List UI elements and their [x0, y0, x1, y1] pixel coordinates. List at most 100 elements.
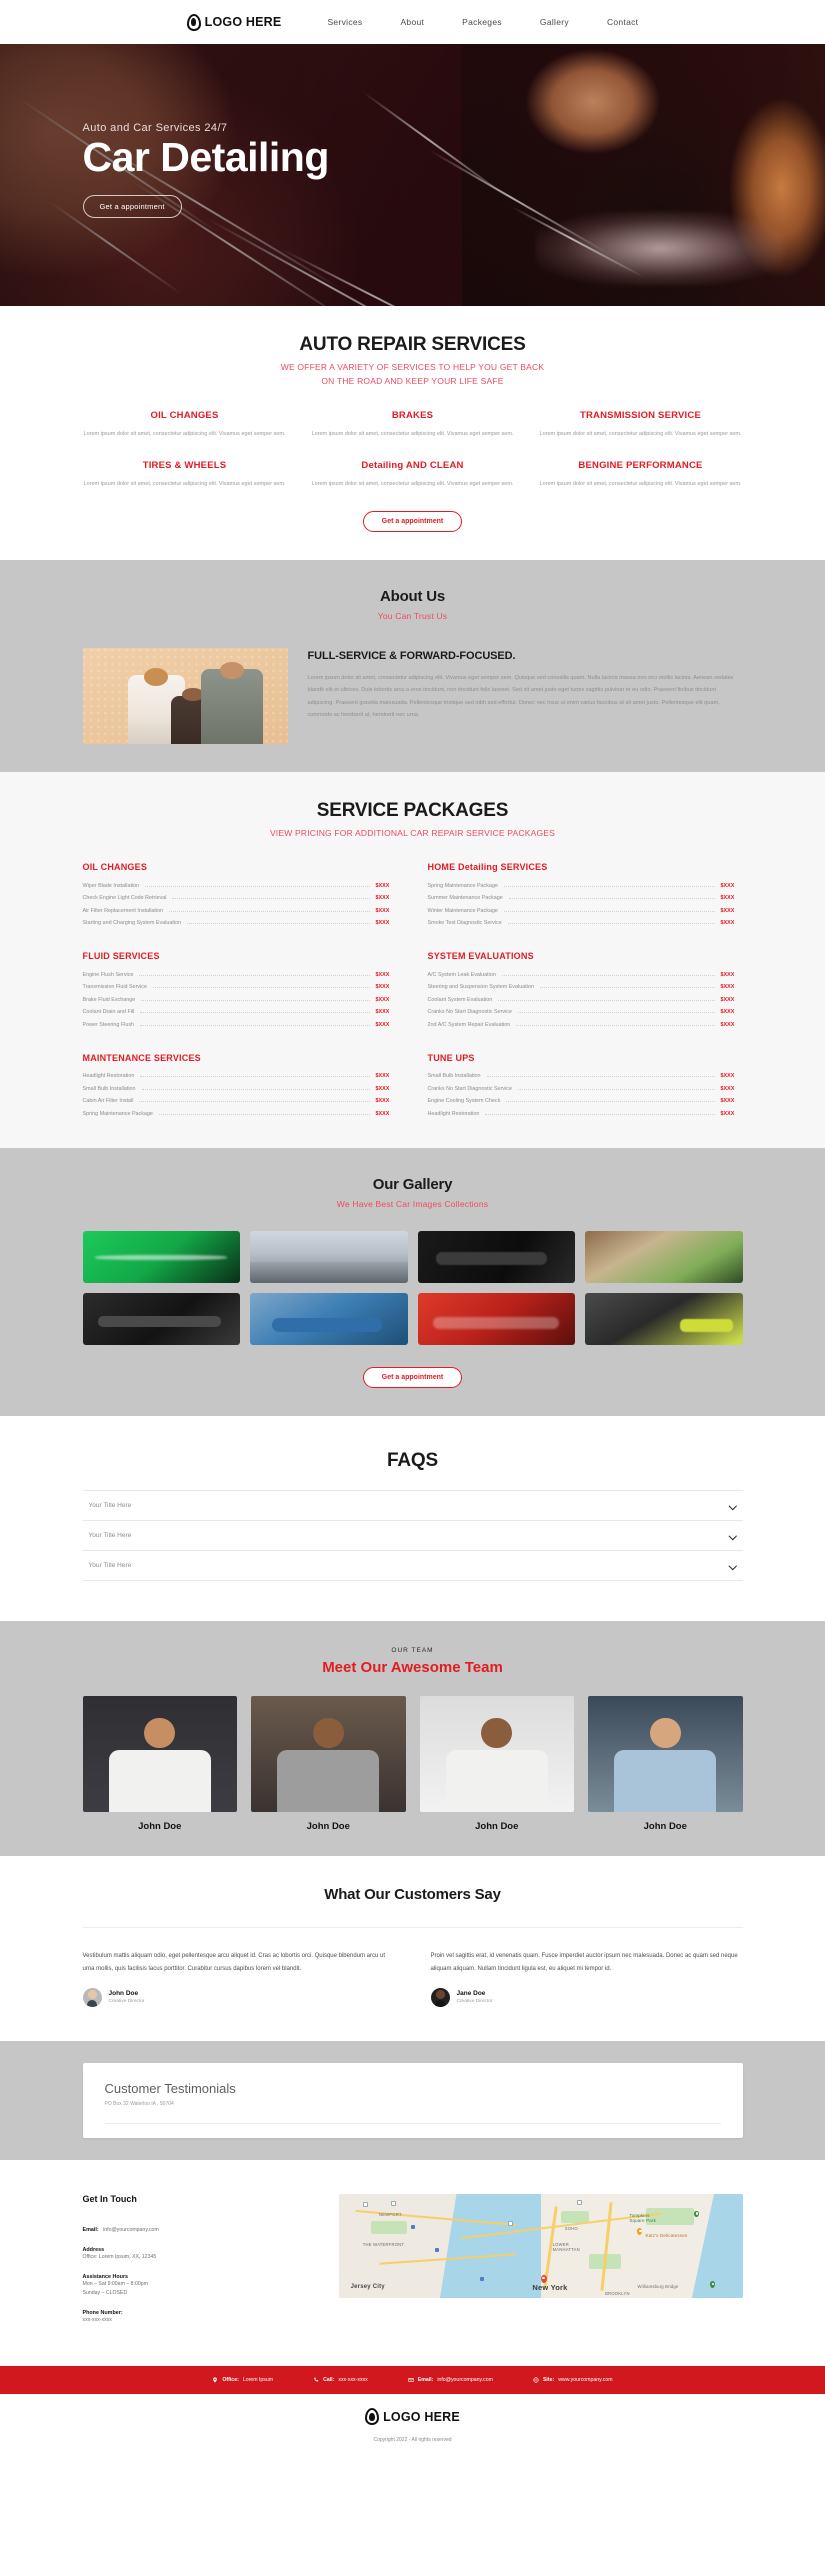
package-row[interactable]: Engine Flush Service $XXX	[83, 968, 398, 981]
package-row[interactable]: A/C System Leak Evaluation $XXX	[428, 968, 743, 981]
package-row[interactable]: Engine Cooling System Check $XXX	[428, 1095, 743, 1108]
brand-logo[interactable]: LOGO HERE	[186, 13, 282, 31]
services-appointment-button[interactable]: Get a appointment	[362, 511, 463, 533]
package-row[interactable]: Transmission Fluid Service $XXX	[83, 981, 398, 994]
nav-item-packeges[interactable]: Packeges	[462, 17, 502, 27]
gallery-appointment-button[interactable]: Get a appointment	[362, 1367, 463, 1389]
service-description: Lorem ipsum dolor sit amet, consectetur …	[83, 480, 286, 487]
package-item-label: Cranks No Start Diagnostic Service	[427, 1009, 512, 1016]
service-card[interactable]: BRAKES Lorem ipsum dolor sit amet, conse…	[311, 410, 515, 439]
service-card[interactable]: BENGINE PERFORMANCE Lorem ipsum dolor si…	[539, 460, 743, 489]
nav-item-services[interactable]: Services	[327, 17, 362, 27]
footer-contact-bar: Office: Lorem Ipsum Call: xxx-xxx-xxxx E…	[0, 2366, 825, 2395]
hero-kicker: Auto and Car Services 24/7	[82, 122, 228, 134]
package-row[interactable]: 2nd A/C System Repair Evaluation $XXX	[428, 1018, 743, 1031]
chevron-down-icon	[730, 1562, 737, 1569]
package-item-price: $XXX	[375, 882, 390, 889]
brand-name: LOGO HERE	[204, 15, 282, 29]
footer-email-item[interactable]: Email: info@yourcompany.com	[408, 2377, 493, 2383]
team-member-card[interactable]: John Doe	[82, 1696, 237, 1832]
packages-subtitle: VIEW PRICING FOR ADDITIONAL CAR REPAIR S…	[269, 827, 556, 838]
contact-phone-value[interactable]: xxx-xxx-xxxx	[83, 2316, 315, 2326]
package-item-label: Transmission Fluid Service	[82, 984, 148, 991]
location-pin-icon	[213, 2377, 218, 2384]
contact-address-value: Office: Lorem Ipsum, XX, 12345	[82, 2253, 157, 2260]
leader-dots	[140, 1024, 370, 1026]
chevron-down-icon	[730, 1532, 737, 1539]
gallery-image-vintage-car-outdoors[interactable]	[585, 1231, 743, 1284]
service-name: OIL CHANGES	[150, 410, 219, 422]
package-row[interactable]: Coolant Drain and Fill $XXX	[83, 1006, 398, 1019]
package-group: MAINTENANCE SERVICES Headlight Restoratio…	[83, 1053, 398, 1120]
gallery-image-green-sports-car[interactable]	[82, 1231, 240, 1284]
nav-item-contact[interactable]: Contact	[607, 17, 638, 27]
map-highway-shield-icon	[362, 2202, 368, 2208]
team-member-card[interactable]: John Doe	[588, 1696, 743, 1832]
faq-list: Your Title Here Your Title Here Your Tit…	[82, 1490, 743, 1582]
footer-call-item[interactable]: Call: xxx-xxx-xxxx	[313, 2377, 368, 2383]
footer-brand-logo[interactable]: LOGO HERE	[365, 2408, 460, 2426]
team-member-name: John Doe	[643, 1821, 687, 1833]
package-row[interactable]: Starting and Charging System Evaluation $…	[83, 917, 398, 930]
package-row[interactable]: Power Steering Flush $XXX	[83, 1018, 398, 1031]
gallery-image-yellow-green-sports-car[interactable]	[585, 1293, 743, 1346]
package-row[interactable]: Winter Maintenance Package $XXX	[428, 904, 743, 917]
package-row[interactable]: Spring Maintenance Package $XXX	[428, 879, 743, 892]
package-row[interactable]: Steering and Suspension System Evaluatio…	[428, 981, 743, 994]
faq-item[interactable]: Your Title Here	[82, 1551, 743, 1582]
package-row[interactable]: Headlight Restoration $XXX	[83, 1070, 398, 1083]
service-description: Lorem ipsum dolor sit amet, consectetur …	[311, 480, 514, 487]
faq-item[interactable]: Your Title Here	[82, 1521, 743, 1552]
nav-item-gallery[interactable]: Gallery	[540, 17, 569, 27]
package-item-price: $XXX	[375, 920, 390, 927]
about-heading: FULL-SERVICE & FORWARD-FOCUSED.	[307, 649, 516, 662]
map-pin-green-icon	[694, 2210, 700, 2218]
faq-question: Your Title Here	[88, 1502, 132, 1510]
package-row[interactable]: Brake Fluid Exchange $XXX	[83, 993, 398, 1006]
hero-title: Car Detailing	[82, 134, 330, 180]
footer-site-item[interactable]: Site: www.yourcompany.com	[533, 2377, 613, 2383]
nav-item-about[interactable]: About	[400, 17, 424, 27]
contact-email-value[interactable]: info@yourcompany.com	[103, 2227, 159, 2233]
service-description: Lorem ipsum dolor sit amet, consectetur …	[539, 431, 742, 438]
contact-heading: Get In Touch	[82, 2193, 137, 2204]
package-row[interactable]: Wiper Blade Installation $XXX	[83, 879, 398, 892]
service-card[interactable]: OIL CHANGES Lorem ipsum dolor sit amet, …	[83, 410, 287, 439]
package-row[interactable]: Cranks No Start Diagnostic Service $XXX	[428, 1006, 743, 1019]
package-row[interactable]: Smoke Test Diagnostic Service $XXX	[428, 917, 743, 930]
footer-brand-name: LOGO HERE	[383, 2409, 460, 2424]
package-row[interactable]: Cranks No Start Diagnostic Service $XXX	[428, 1082, 743, 1095]
leader-dots	[485, 1113, 715, 1115]
gallery-image-dark-muscle-car[interactable]	[82, 1293, 240, 1346]
service-card[interactable]: TRANSMISSION SERVICE Lorem ipsum dolor s…	[539, 410, 743, 439]
package-row[interactable]: Spring Maintenance Package $XXX	[83, 1107, 398, 1120]
package-row[interactable]: Small Bulb Installation $XXX	[428, 1070, 743, 1083]
map-label-soho: SOHO	[564, 2226, 578, 2232]
gallery-image-black-car-front[interactable]	[417, 1231, 575, 1284]
faq-item[interactable]: Your Title Here	[82, 1490, 743, 1522]
package-item-price: $XXX	[375, 1098, 390, 1105]
package-row[interactable]: Coolant System Evaluation $XXX	[428, 993, 743, 1006]
contact-map[interactable]: NEWPORT THE WATERFRONT Jersey City SOHO …	[338, 2193, 743, 2298]
gallery-image-blue-classic-car[interactable]	[250, 1293, 408, 1346]
team-section: OUR TEAM Meet Our Awesome Team John Doe …	[0, 1621, 825, 1857]
package-row[interactable]: Small Bulb Installation $XXX	[83, 1082, 398, 1095]
gallery-image-white-cars-parking-lot[interactable]	[250, 1231, 408, 1284]
team-member-card[interactable]: John Doe	[419, 1696, 574, 1832]
footer-office-item[interactable]: Office: Lorem Ipsum	[212, 2377, 273, 2383]
package-row[interactable]: Air Filter Replacement Installation $XXX	[83, 904, 398, 917]
service-card[interactable]: Detailing AND CLEAN Lorem ipsum dolor si…	[311, 460, 515, 489]
package-row[interactable]: Summer Maintenance Package $XXX	[428, 892, 743, 905]
package-row[interactable]: Headlight Restoration $XXX	[428, 1107, 743, 1120]
leader-dots	[153, 987, 370, 989]
package-group-title: TUNE UPS	[427, 1052, 475, 1063]
package-row[interactable]: Check Engine Light Code Retrieval $XXX	[83, 892, 398, 905]
leader-dots	[139, 1101, 370, 1103]
service-card[interactable]: TIRES & WHEELS Lorem ipsum dolor sit ame…	[83, 460, 287, 489]
package-item-label: Engine Flush Service	[82, 971, 134, 978]
testimonials-section: What Our Customers Say Vestibulum mattis…	[0, 1856, 825, 2041]
gallery-image-red-convertible[interactable]	[417, 1293, 575, 1346]
package-row[interactable]: Cabin Air Filter Install $XXX	[83, 1095, 398, 1108]
team-member-card[interactable]: John Doe	[251, 1696, 406, 1832]
hero-appointment-button[interactable]: Get a appointment	[82, 194, 182, 218]
